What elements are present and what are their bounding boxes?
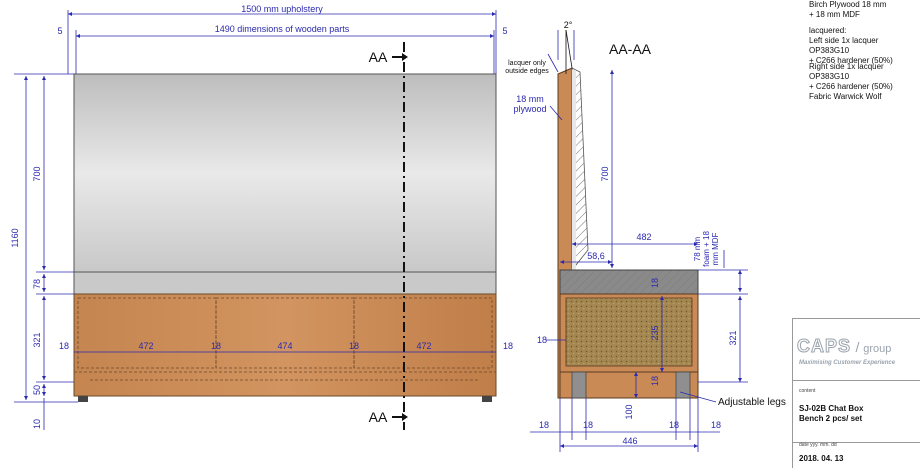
- section-title: AA-AA: [609, 41, 652, 57]
- technical-drawing: 1500 mm upholstery 1490 dimensions of wo…: [10, 4, 786, 452]
- dim-wooden-parts-width: 1490 dimensions of wooden parts: [215, 24, 350, 34]
- dim-upholstery-width: 1500 mm upholstery: [241, 4, 323, 14]
- content-label: content: [799, 388, 816, 394]
- dim-gap-2: 18: [211, 341, 221, 351]
- dim-top-depth: 58,6: [587, 251, 605, 261]
- dim-seat-layers: 78 mm foam + 18 mm MDF: [693, 231, 720, 267]
- material-note: Birch Plywood 18 mm + 18 mm MDF: [809, 0, 887, 19]
- dim-back-height: 700: [32, 166, 42, 181]
- dim-section-base: 321: [728, 330, 738, 345]
- product-name: SJ-02B Chat Box: [799, 404, 864, 413]
- dim-top-board: 18: [650, 278, 660, 288]
- date-label: date yyy. mm. dd: [799, 442, 837, 448]
- dim-section-back: 700: [600, 166, 610, 181]
- dim-section-leg: 100: [624, 404, 634, 419]
- dim-seat-depth: 482: [636, 232, 651, 242]
- dim-base-height: 321: [32, 332, 42, 347]
- seat-cushion: [73, 271, 497, 295]
- dim-floor-clearance: 10: [32, 419, 42, 429]
- dim-right-offset: 5: [502, 26, 507, 36]
- dim-bottom-left-2: 18: [583, 420, 593, 430]
- dim-inner-height: 235: [650, 325, 660, 340]
- dim-left-offset: 5: [57, 26, 62, 36]
- dim-side-board: 18: [537, 335, 547, 345]
- dim-total-depth: 446: [622, 436, 637, 446]
- logo-group: group: [863, 343, 892, 355]
- dim-gap-1: 18: [59, 341, 69, 351]
- section-leg-left: [571, 371, 587, 399]
- dim-gap-4: 18: [503, 341, 513, 351]
- section-marker-top: AA: [369, 49, 388, 65]
- section-view: [557, 29, 699, 399]
- product-quantity: Bench 2 pcs/ set: [799, 414, 863, 423]
- dim-gap-3: 18: [349, 341, 359, 351]
- lacquer-title: lacquered:: [809, 26, 847, 35]
- dim-angle: 2°: [564, 20, 573, 30]
- leg-right: [482, 396, 492, 402]
- dim-bottom-right-1: 18: [669, 420, 679, 430]
- dim-panel-3: 472: [416, 341, 431, 351]
- company-logo: CAPS / group: [796, 336, 892, 357]
- lacquer-right-note: Right side 1x lacquer OP383G10 + C266 ha…: [809, 62, 893, 91]
- lacquer-note: lacquer only outside edges: [505, 60, 549, 75]
- section-marker-bottom: AA: [369, 409, 388, 425]
- logo-tagline: Maximising Customer Experience: [799, 360, 896, 366]
- drawing-date: 2018. 04. 13: [799, 454, 844, 463]
- logo-main: CAPS: [796, 336, 852, 357]
- dim-panel-2: 474: [277, 341, 292, 351]
- leg-left: [78, 396, 88, 402]
- dim-leg-height: 50: [32, 385, 42, 395]
- dim-bottom-right-2: 18: [711, 420, 721, 430]
- dim-seat-cushion: 78: [32, 279, 42, 289]
- front-view: [73, 42, 497, 430]
- dim-bottom-board: 18: [650, 376, 660, 386]
- back-upholstery: [73, 73, 497, 273]
- dim-panel-1: 472: [138, 341, 153, 351]
- dim-total-height: 1160: [10, 228, 20, 247]
- section-foam-core: [565, 297, 693, 367]
- legs-note: Adjustable legs: [718, 397, 786, 408]
- fabric-note: Fabric Warwick Wolf: [809, 92, 882, 101]
- dim-bottom-left-1: 18: [539, 420, 549, 430]
- plywood-note: 18 mm plywood: [513, 94, 547, 114]
